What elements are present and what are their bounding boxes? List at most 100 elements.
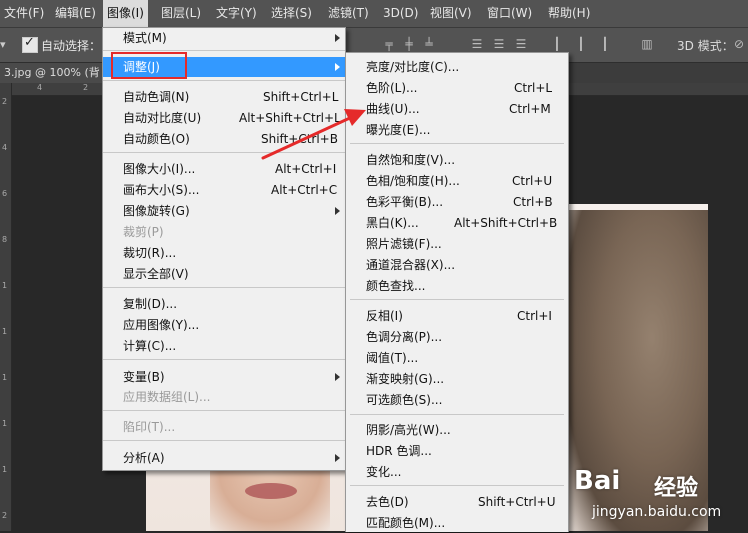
menu-item-label: 通道混合器(X)...: [366, 258, 456, 272]
menu-item-shortcut: Ctrl+U: [512, 174, 553, 188]
menu-item-black-white[interactable]: 黑白(K)... Alt+Shift+Ctrl+B: [346, 213, 568, 233]
menu-item-image-rotation[interactable]: 图像旋转(G): [103, 201, 345, 221]
menu-item-canvas-size[interactable]: 画布大小(S)... Alt+Ctrl+C: [103, 180, 345, 200]
menu-item-variables[interactable]: 变量(B): [103, 367, 345, 387]
menu-item-gradient-map[interactable]: 渐变映射(G)...: [346, 369, 568, 389]
menu-item-label: 阈值(T)...: [366, 351, 419, 365]
menu-separator: [103, 440, 345, 441]
menu-window[interactable]: 窗口(W): [483, 0, 536, 27]
menu-item-apply-image[interactable]: 应用图像(Y)...: [103, 315, 345, 335]
3d-mode-label: 3D 模式：: [677, 39, 734, 53]
menu-edit[interactable]: 编辑(E): [51, 0, 100, 27]
watermark-brand-cn: 经验: [654, 476, 699, 501]
image-menu: 模式(M) 调整(J) 自动色调(N) Shift+Ctrl+L 自动对比度(U…: [102, 27, 346, 471]
menu-item-shortcut: Alt+Ctrl+C: [271, 183, 338, 197]
menu-item-label: 渐变映射(G)...: [366, 372, 445, 386]
menu-item-mode[interactable]: 模式(M): [103, 28, 345, 48]
align-vcenter-icon[interactable]: ╪: [400, 34, 418, 54]
menu-item-label: 色阶(L)...: [366, 81, 418, 95]
menu-separator: [350, 414, 564, 415]
menu-item-auto-tone[interactable]: 自动色调(N) Shift+Ctrl+L: [103, 87, 345, 107]
3d-rotate-icon[interactable]: ⊘: [730, 34, 748, 54]
menu-item-vibrance[interactable]: 自然饱和度(V)...: [346, 150, 568, 170]
menu-item-brightness-contrast[interactable]: 亮度/对比度(C)...: [346, 57, 568, 77]
menu-item-label: 图像大小(I)...: [123, 162, 196, 176]
menu-item-hue-saturation[interactable]: 色相/饱和度(H)... Ctrl+U: [346, 171, 568, 191]
menu-item-label: 颜色查找...: [366, 279, 426, 293]
menu-item-duplicate[interactable]: 复制(D)...: [103, 294, 345, 314]
ruler-tick: 2: [2, 97, 8, 106]
menu-separator: [350, 143, 564, 144]
menu-item-auto-contrast[interactable]: 自动对比度(U) Alt+Shift+Ctrl+L: [103, 108, 345, 128]
ruler-tick: 4: [2, 143, 8, 152]
menu-item-label: 反相(I): [366, 309, 403, 323]
menu-item-image-size[interactable]: 图像大小(I)... Alt+Ctrl+I: [103, 159, 345, 179]
menu-item-posterize[interactable]: 色调分离(P)...: [346, 327, 568, 347]
distribute-right-icon[interactable]: ┃: [596, 34, 614, 54]
menu-item-label: HDR 色调...: [366, 444, 432, 458]
distribute-bottom-icon[interactable]: ☰: [512, 34, 530, 54]
menu-item-selective-color[interactable]: 可选颜色(S)...: [346, 390, 568, 410]
menu-type[interactable]: 文字(Y): [212, 0, 261, 27]
menu-layer[interactable]: 图层(L): [157, 0, 205, 27]
distribute-hcenter-icon[interactable]: ┃: [572, 34, 590, 54]
menu-item-photo-filter[interactable]: 照片滤镜(F)...: [346, 234, 568, 254]
menu-item-trim[interactable]: 裁切(R)...: [103, 243, 345, 263]
menu-item-label: 自动色调(N): [123, 90, 190, 104]
menu-image[interactable]: 图像(I): [103, 0, 148, 27]
menu-item-label: 画布大小(S)...: [123, 183, 200, 197]
menu-help[interactable]: 帮助(H): [544, 0, 594, 27]
document-tab[interactable]: 3.jpg @ 100% (背: [0, 63, 104, 83]
menu-item-levels[interactable]: 色阶(L)... Ctrl+L: [346, 78, 568, 98]
ruler-tick: 8: [2, 235, 8, 244]
menu-item-channel-mixer[interactable]: 通道混合器(X)...: [346, 255, 568, 275]
submenu-arrow-icon: [335, 34, 340, 42]
menu-item-exposure[interactable]: 曝光度(E)...: [346, 120, 568, 140]
menu-item-desaturate[interactable]: 去色(D) Shift+Ctrl+U: [346, 492, 568, 512]
menu-item-shortcut: Alt+Ctrl+I: [275, 162, 337, 176]
menu-item-auto-color[interactable]: 自动颜色(O) Shift+Ctrl+B: [103, 129, 345, 149]
menu-item-hdr-toning[interactable]: HDR 色调...: [346, 441, 568, 461]
menu-item-variations[interactable]: 变化...: [346, 462, 568, 482]
auto-select-checkbox[interactable]: [22, 35, 38, 53]
menu-separator: [103, 359, 345, 360]
distribute-left-icon[interactable]: ┃: [548, 34, 566, 54]
menu-item-crop[interactable]: 裁剪(P): [103, 222, 345, 242]
menu-item-label: 显示全部(V): [123, 267, 189, 281]
align-top-icon[interactable]: ╤: [380, 34, 398, 54]
menu-item-label: 曝光度(E)...: [366, 123, 431, 137]
menu-item-shadows-highlights[interactable]: 阴影/高光(W)...: [346, 420, 568, 440]
menu-item-shortcut: Ctrl+M: [509, 102, 551, 116]
menu-item-invert[interactable]: 反相(I) Ctrl+I: [346, 306, 568, 326]
menu-item-analysis[interactable]: 分析(A): [103, 448, 345, 468]
menu-item-shortcut: Shift+Ctrl+U: [478, 495, 556, 509]
menu-separator: [103, 80, 345, 81]
menu-filter[interactable]: 滤镜(T): [324, 0, 373, 27]
menu-3d[interactable]: 3D(D): [379, 0, 422, 27]
distribute-top-icon[interactable]: ☰: [468, 34, 486, 54]
menu-item-curves[interactable]: 曲线(U)... Ctrl+M: [346, 99, 568, 119]
align-bottom-icon[interactable]: ╧: [420, 34, 438, 54]
menu-item-label: 色调分离(P)...: [366, 330, 443, 344]
menu-item-calculations[interactable]: 计算(C)...: [103, 336, 345, 356]
menu-item-threshold[interactable]: 阈值(T)...: [346, 348, 568, 368]
menu-item-apply-data-set[interactable]: 应用数据组(L)...: [103, 387, 345, 407]
distribute-vcenter-icon[interactable]: ☰: [490, 34, 508, 54]
menu-separator: [103, 152, 345, 153]
auto-align-icon[interactable]: ▥: [638, 34, 656, 54]
menu-item-trap[interactable]: 陷印(T)...: [103, 417, 345, 437]
tool-preset-arrow-icon[interactable]: ▾: [0, 38, 6, 51]
menu-view[interactable]: 视图(V): [426, 0, 476, 27]
menu-item-reveal-all[interactable]: 显示全部(V): [103, 264, 345, 284]
photo-lips: [245, 483, 297, 499]
menu-file[interactable]: 文件(F): [0, 0, 48, 27]
menu-item-label: 自动颜色(O): [123, 132, 190, 146]
menu-item-label: 亮度/对比度(C)...: [366, 60, 460, 74]
menu-item-match-color[interactable]: 匹配颜色(M)...: [346, 513, 568, 533]
menu-select[interactable]: 选择(S): [267, 0, 316, 27]
menu-item-label: 计算(C)...: [123, 339, 177, 353]
menu-item-label: 匹配颜色(M)...: [366, 516, 446, 530]
submenu-arrow-icon: [335, 373, 340, 381]
menu-item-color-balance[interactable]: 色彩平衡(B)... Ctrl+B: [346, 192, 568, 212]
menu-item-color-lookup[interactable]: 颜色查找...: [346, 276, 568, 296]
